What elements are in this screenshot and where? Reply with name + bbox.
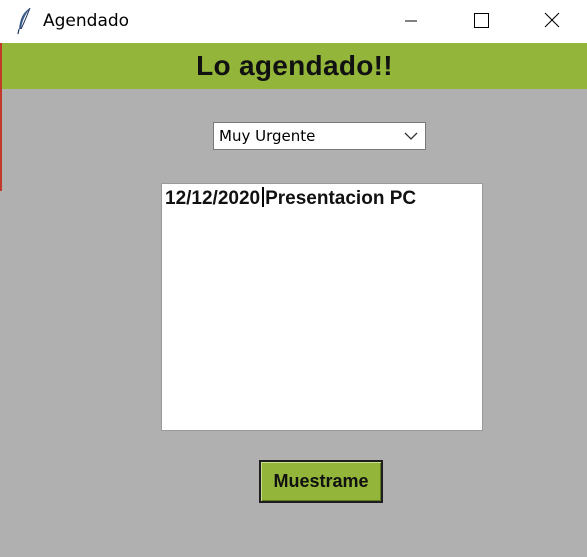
agenda-textarea[interactable]: 12/12/2020 Presentacion PC <box>161 183 483 431</box>
title-bar[interactable]: Agendado <box>0 0 587 43</box>
show-button[interactable]: Muestrame <box>259 460 383 503</box>
agenda-entry-line: 12/12/2020 Presentacion PC <box>165 187 416 211</box>
agenda-entry-text: Presentacion PC <box>265 188 417 209</box>
close-icon <box>544 12 560 28</box>
client-area: Lo agendado!! Muy Urgente 12/12/2020 Pres… <box>0 43 587 557</box>
minimize-button[interactable] <box>389 0 435 43</box>
maximize-button[interactable] <box>459 0 505 43</box>
app-window: Agendado Lo agendado!! Muy Urgente 12/12… <box>0 0 587 557</box>
agenda-entry-date: 12/12/2020 <box>165 188 261 209</box>
text-caret <box>262 187 265 207</box>
header-banner: Lo agendado!! <box>2 43 587 89</box>
minimize-icon <box>405 20 417 22</box>
page-title: Lo agendado!! <box>196 50 393 81</box>
close-button[interactable] <box>529 0 575 43</box>
feather-icon <box>15 7 35 35</box>
priority-selected-value: Muy Urgente <box>219 127 316 145</box>
priority-dropdown[interactable]: Muy Urgente <box>213 122 426 150</box>
maximize-icon <box>474 13 489 28</box>
window-title: Agendado <box>43 11 130 31</box>
chevron-down-icon <box>404 132 418 140</box>
show-button-label: Muestrame <box>273 471 369 491</box>
